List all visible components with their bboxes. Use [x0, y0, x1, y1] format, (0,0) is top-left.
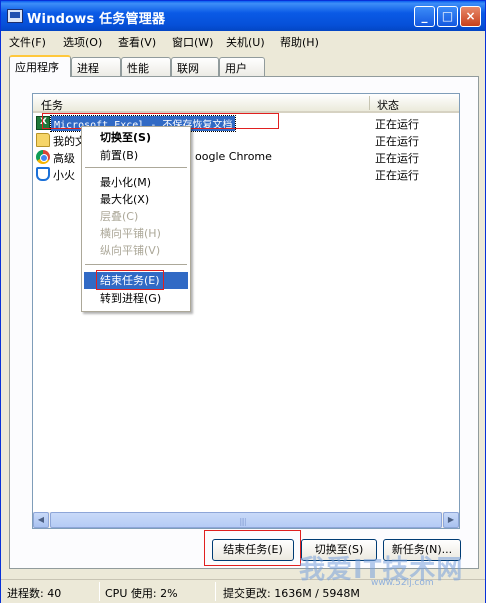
end-task-button[interactable]: 结束任务(E) [212, 539, 294, 561]
menu-separator [85, 264, 187, 265]
ctx-cascade: 层叠(C) [100, 210, 139, 223]
scroll-left-icon[interactable]: ◀ [33, 512, 49, 528]
tab-applications[interactable]: 应用程序 [9, 55, 71, 77]
applications-panel: 任务 状态 Microsoft Excel - 不保存恢复文档 正在运行 我的文… [9, 76, 479, 569]
ctx-minimize[interactable]: 最小化(M) [84, 174, 188, 191]
ctx-go-to-process[interactable]: 转到进程(G) [84, 290, 188, 307]
task-status: 正在运行 [375, 118, 419, 131]
folder-icon [36, 133, 50, 147]
commit-charge: 提交更改: 1636M / 5948M [223, 587, 360, 600]
menu-view[interactable]: 查看(V) [118, 34, 156, 50]
task-name: 小火 [53, 169, 75, 182]
ctx-bring-to-front[interactable]: 前置(B) [84, 147, 188, 164]
task-manager-window: Windows 任务管理器 _ □ × 文件(F) 选项(O) 查看(V) 窗口… [0, 0, 486, 603]
task-name-tail: oogle Chrome [195, 150, 272, 163]
end-task-menu-highlight-frame [96, 270, 164, 290]
cpu-usage: CPU 使用: 2% [105, 587, 178, 600]
maximize-button[interactable]: □ [437, 6, 458, 27]
column-task[interactable]: 任务 [41, 97, 63, 113]
menu-window[interactable]: 窗口(W) [172, 34, 213, 50]
status-divider [99, 582, 100, 601]
ctx-tile-vertical: 纵向平铺(V) [100, 244, 161, 257]
list-header: 任务 状态 [33, 94, 459, 113]
task-name: 高级 [53, 152, 75, 165]
task-status: 正在运行 [375, 169, 419, 182]
ctx-tile-horizontal: 横向平铺(H) [100, 227, 161, 240]
window-title: Windows 任务管理器 [27, 12, 166, 27]
scroll-right-icon[interactable]: ▶ [443, 512, 459, 528]
tab-users[interactable]: 用户 [219, 57, 265, 76]
chrome-icon [36, 150, 50, 164]
tab-processes[interactable]: 进程 [71, 57, 121, 76]
grip-icon: |||| [239, 517, 247, 526]
tab-performance[interactable]: 性能 [121, 57, 171, 76]
tab-strip: 应用程序 进程 性能 联网 用户 [9, 55, 479, 77]
ctx-switch-to[interactable]: 切换至(S) [84, 129, 188, 146]
column-status[interactable]: 状态 [377, 97, 399, 113]
shield-icon [36, 167, 50, 181]
menu-shutdown[interactable]: 关机(U) [226, 34, 265, 50]
menu-help[interactable]: 帮助(H) [280, 34, 319, 50]
menu-file[interactable]: 文件(F) [9, 34, 46, 50]
task-manager-icon [7, 9, 23, 23]
task-status: 正在运行 [375, 152, 419, 165]
title-bar[interactable]: Windows 任务管理器 _ □ × [1, 1, 485, 31]
menu-bar: 文件(F) 选项(O) 查看(V) 窗口(W) 关机(U) 帮助(H) [1, 31, 485, 51]
tab-networking[interactable]: 联网 [171, 57, 219, 76]
status-divider [215, 582, 216, 601]
site-watermark-url: www.52ij.com [371, 578, 434, 588]
process-count: 进程数: 40 [7, 587, 62, 600]
context-menu: 切换至(S) 前置(B) 最小化(M) 最大化(X) 层叠(C) 横向平铺(H)… [81, 126, 191, 312]
ctx-maximize[interactable]: 最大化(X) [84, 191, 188, 208]
menu-separator [85, 167, 187, 168]
menu-options[interactable]: 选项(O) [63, 34, 102, 50]
close-button[interactable]: × [460, 6, 481, 27]
task-status: 正在运行 [375, 135, 419, 148]
column-divider[interactable] [369, 96, 370, 110]
minimize-button[interactable]: _ [414, 6, 435, 27]
scroll-thumb[interactable]: |||| [50, 512, 442, 528]
horizontal-scrollbar[interactable]: ◀ |||| ▶ [33, 512, 459, 528]
